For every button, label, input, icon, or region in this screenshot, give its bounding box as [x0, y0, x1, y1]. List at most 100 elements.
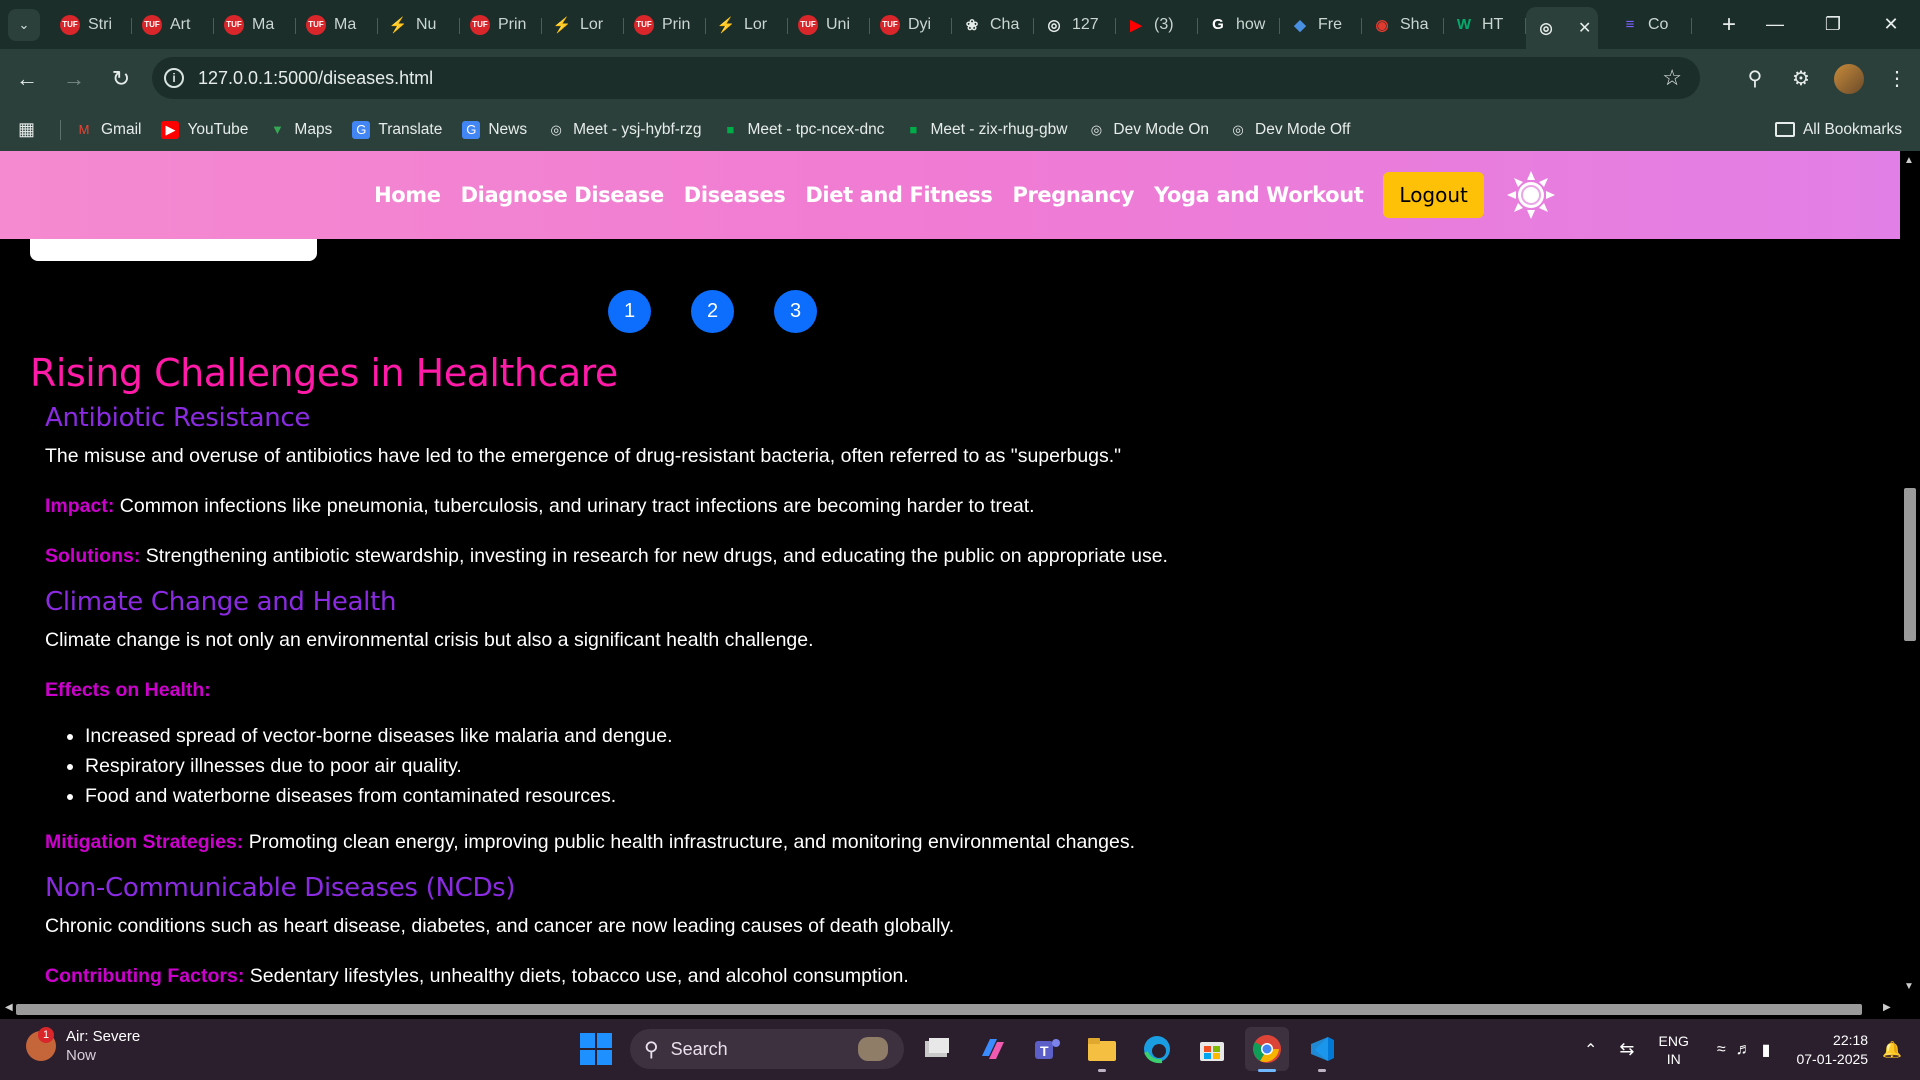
- tab-search-button[interactable]: ⌄: [8, 8, 40, 41]
- chrome-icon[interactable]: [1245, 1027, 1289, 1072]
- theme-toggle-sun-icon[interactable]: [1506, 170, 1556, 220]
- nav-home[interactable]: Home: [374, 183, 441, 207]
- browser-tab[interactable]: Ghow: [1198, 7, 1280, 43]
- bookmark-item[interactable]: ◎ Dev Mode Off: [1229, 121, 1350, 139]
- browser-tab[interactable]: TUF Ma: [214, 7, 296, 43]
- battery-icon[interactable]: ▮: [1762, 1040, 1771, 1060]
- browser-tab[interactable]: ❀ Cha: [952, 7, 1034, 43]
- minimize-button[interactable]: —: [1746, 0, 1804, 49]
- page-1-button[interactable]: 1: [608, 290, 651, 333]
- youtube-icon: ▶: [1130, 16, 1142, 34]
- scroll-up-arrow-icon[interactable]: ▲: [1904, 155, 1914, 166]
- url-text[interactable]: 127.0.0.1:5000/diseases.html: [198, 68, 433, 89]
- page-3-button[interactable]: 3: [774, 290, 817, 333]
- weather-title: Air: Severe: [66, 1028, 141, 1045]
- close-tab-icon[interactable]: ✕: [1578, 18, 1591, 38]
- bookmark-item[interactable]: G News: [462, 120, 527, 139]
- restore-button[interactable]: ❐: [1804, 0, 1862, 49]
- site-info-icon[interactable]: i: [164, 68, 184, 88]
- bookmark-star-icon[interactable]: ☆: [1662, 65, 1682, 91]
- wifi-icon[interactable]: ≈: [1717, 1041, 1726, 1059]
- reload-button[interactable]: ↻: [101, 59, 141, 99]
- nav-pregnancy[interactable]: Pregnancy: [1012, 183, 1134, 207]
- docs-icon: ≡: [1625, 16, 1635, 33]
- forward-button[interactable]: →: [54, 59, 94, 99]
- edge-icon[interactable]: [1135, 1027, 1179, 1071]
- horizontal-scrollbar[interactable]: ◀ ▶: [0, 999, 1920, 1019]
- browser-tab[interactable]: ◉ Sha: [1362, 7, 1444, 43]
- language-indicator[interactable]: ENG IN: [1659, 1032, 1689, 1068]
- browser-tab[interactable]: TUF Dyi: [870, 7, 952, 43]
- chevron-down-icon: ⌄: [18, 16, 30, 32]
- language-region: IN: [1666, 1050, 1681, 1067]
- notification-bell-icon[interactable]: 🔔: [1882, 1040, 1902, 1060]
- tuf-icon: TUF: [142, 14, 162, 35]
- system-tray: ⌃ ⇆ ENG IN ≈ ♬ ▮ 22:18 07-01-2025 🔔: [1584, 1019, 1920, 1080]
- nav-diagnose-disease[interactable]: Diagnose Disease: [461, 183, 665, 207]
- bookmark-label: Meet - ysj-hybf-rzg: [573, 120, 702, 138]
- tuf-icon: TUF: [306, 14, 326, 35]
- task-view-icon[interactable]: [915, 1027, 959, 1071]
- browser-tab[interactable]: ≡ Co: [1610, 7, 1692, 43]
- bookmark-item[interactable]: ■ Meet - tpc-ncex-dnc: [721, 121, 885, 139]
- bookmark-item[interactable]: ◎ Meet - ysj-hybf-rzg: [547, 121, 701, 139]
- nav-diet-and-fitness[interactable]: Diet and Fitness: [805, 183, 992, 207]
- vertical-scroll-thumb[interactable]: [1904, 488, 1916, 641]
- search-icon: ⚲: [644, 1038, 659, 1061]
- scroll-right-arrow-icon[interactable]: ▶: [1883, 1002, 1891, 1013]
- tab-title: how: [1236, 15, 1266, 33]
- browser-tab[interactable]: ⚡ Lor: [706, 7, 788, 43]
- scroll-left-arrow-icon[interactable]: ◀: [5, 1002, 13, 1013]
- apps-grid-icon[interactable]: ▦: [18, 119, 48, 140]
- browser-tab-active[interactable]: ◎ ✕: [1526, 7, 1598, 49]
- microsoft-store-icon[interactable]: [1190, 1027, 1234, 1071]
- nav-diseases[interactable]: Diseases: [684, 183, 786, 207]
- windows-start-icon[interactable]: [580, 1033, 612, 1065]
- address-bar[interactable]: i 127.0.0.1:5000/diseases.html ☆: [152, 57, 1700, 99]
- file-explorer-icon[interactable]: [1080, 1027, 1124, 1072]
- copilot-icon[interactable]: [970, 1027, 1014, 1071]
- menu-kebab-icon[interactable]: ⋮: [1874, 66, 1920, 91]
- all-bookmarks-button[interactable]: All Bookmarks: [1774, 121, 1902, 139]
- clock[interactable]: 22:18 07-01-2025: [1796, 1031, 1868, 1069]
- profile-avatar[interactable]: [1834, 63, 1864, 94]
- browser-tab[interactable]: ▶ (3): [1116, 7, 1198, 43]
- vscode-icon[interactable]: [1300, 1027, 1344, 1072]
- nav-yoga-and-workout[interactable]: Yoga and Workout: [1154, 183, 1364, 207]
- back-button[interactable]: ←: [7, 59, 47, 99]
- weather-widget[interactable]: 1 Air: Severe Now: [26, 1027, 140, 1065]
- browser-tab[interactable]: TUF Prin: [624, 7, 706, 43]
- bookmark-item[interactable]: ◎ Dev Mode On: [1087, 121, 1209, 139]
- close-window-button[interactable]: ✕: [1862, 0, 1920, 49]
- browser-tab[interactable]: W HT: [1444, 7, 1526, 43]
- volume-icon[interactable]: ♬: [1736, 1041, 1752, 1059]
- new-tab-plus-icon[interactable]: +: [1722, 11, 1736, 39]
- scroll-down-arrow-icon[interactable]: ▼: [1904, 981, 1914, 992]
- page-2-button[interactable]: 2: [691, 290, 734, 333]
- bookmark-item[interactable]: G Translate: [352, 120, 442, 139]
- taskbar-search[interactable]: ⚲ Search: [630, 1029, 904, 1069]
- browser-tab[interactable]: TUF Uni: [788, 7, 870, 43]
- horizontal-scroll-thumb[interactable]: [16, 1004, 1862, 1015]
- bookmark-list: M Gmail ▶ YouTube ▼ Maps G Translate G News ◎ Meet …: [75, 120, 1370, 139]
- sync-icon[interactable]: ⇆: [1619, 1039, 1634, 1060]
- bookmark-item[interactable]: ■ Meet - zix-rhug-gbw: [904, 121, 1068, 139]
- bookmark-item[interactable]: ▼ Maps: [268, 121, 332, 139]
- vertical-scrollbar[interactable]: ▲ ▼: [1900, 151, 1920, 999]
- list-item: Respiratory illnesses due to poor air qu…: [85, 751, 1330, 781]
- browser-tab[interactable]: ⚡ Lor: [542, 7, 624, 43]
- logout-button[interactable]: Logout: [1383, 172, 1484, 218]
- browser-tab[interactable]: ◆ Fre: [1280, 7, 1362, 43]
- browser-tab[interactable]: ◎ 127: [1034, 7, 1116, 43]
- bookmark-item[interactable]: M Gmail: [75, 121, 142, 139]
- browser-tab[interactable]: TUF Prin: [460, 7, 542, 43]
- lens-search-icon[interactable]: ⚲: [1732, 66, 1778, 91]
- browser-tab[interactable]: ⚡ Nu: [378, 7, 460, 43]
- chevron-up-icon[interactable]: ⌃: [1584, 1040, 1597, 1060]
- browser-tab[interactable]: TUF Stri: [50, 7, 132, 43]
- browser-tab[interactable]: TUF Ma: [296, 7, 378, 43]
- teams-icon[interactable]: T: [1025, 1027, 1069, 1071]
- extensions-icon[interactable]: ⚙: [1778, 66, 1824, 91]
- bookmark-item[interactable]: ▶ YouTube: [161, 120, 248, 139]
- browser-tab[interactable]: TUF Art: [132, 7, 214, 43]
